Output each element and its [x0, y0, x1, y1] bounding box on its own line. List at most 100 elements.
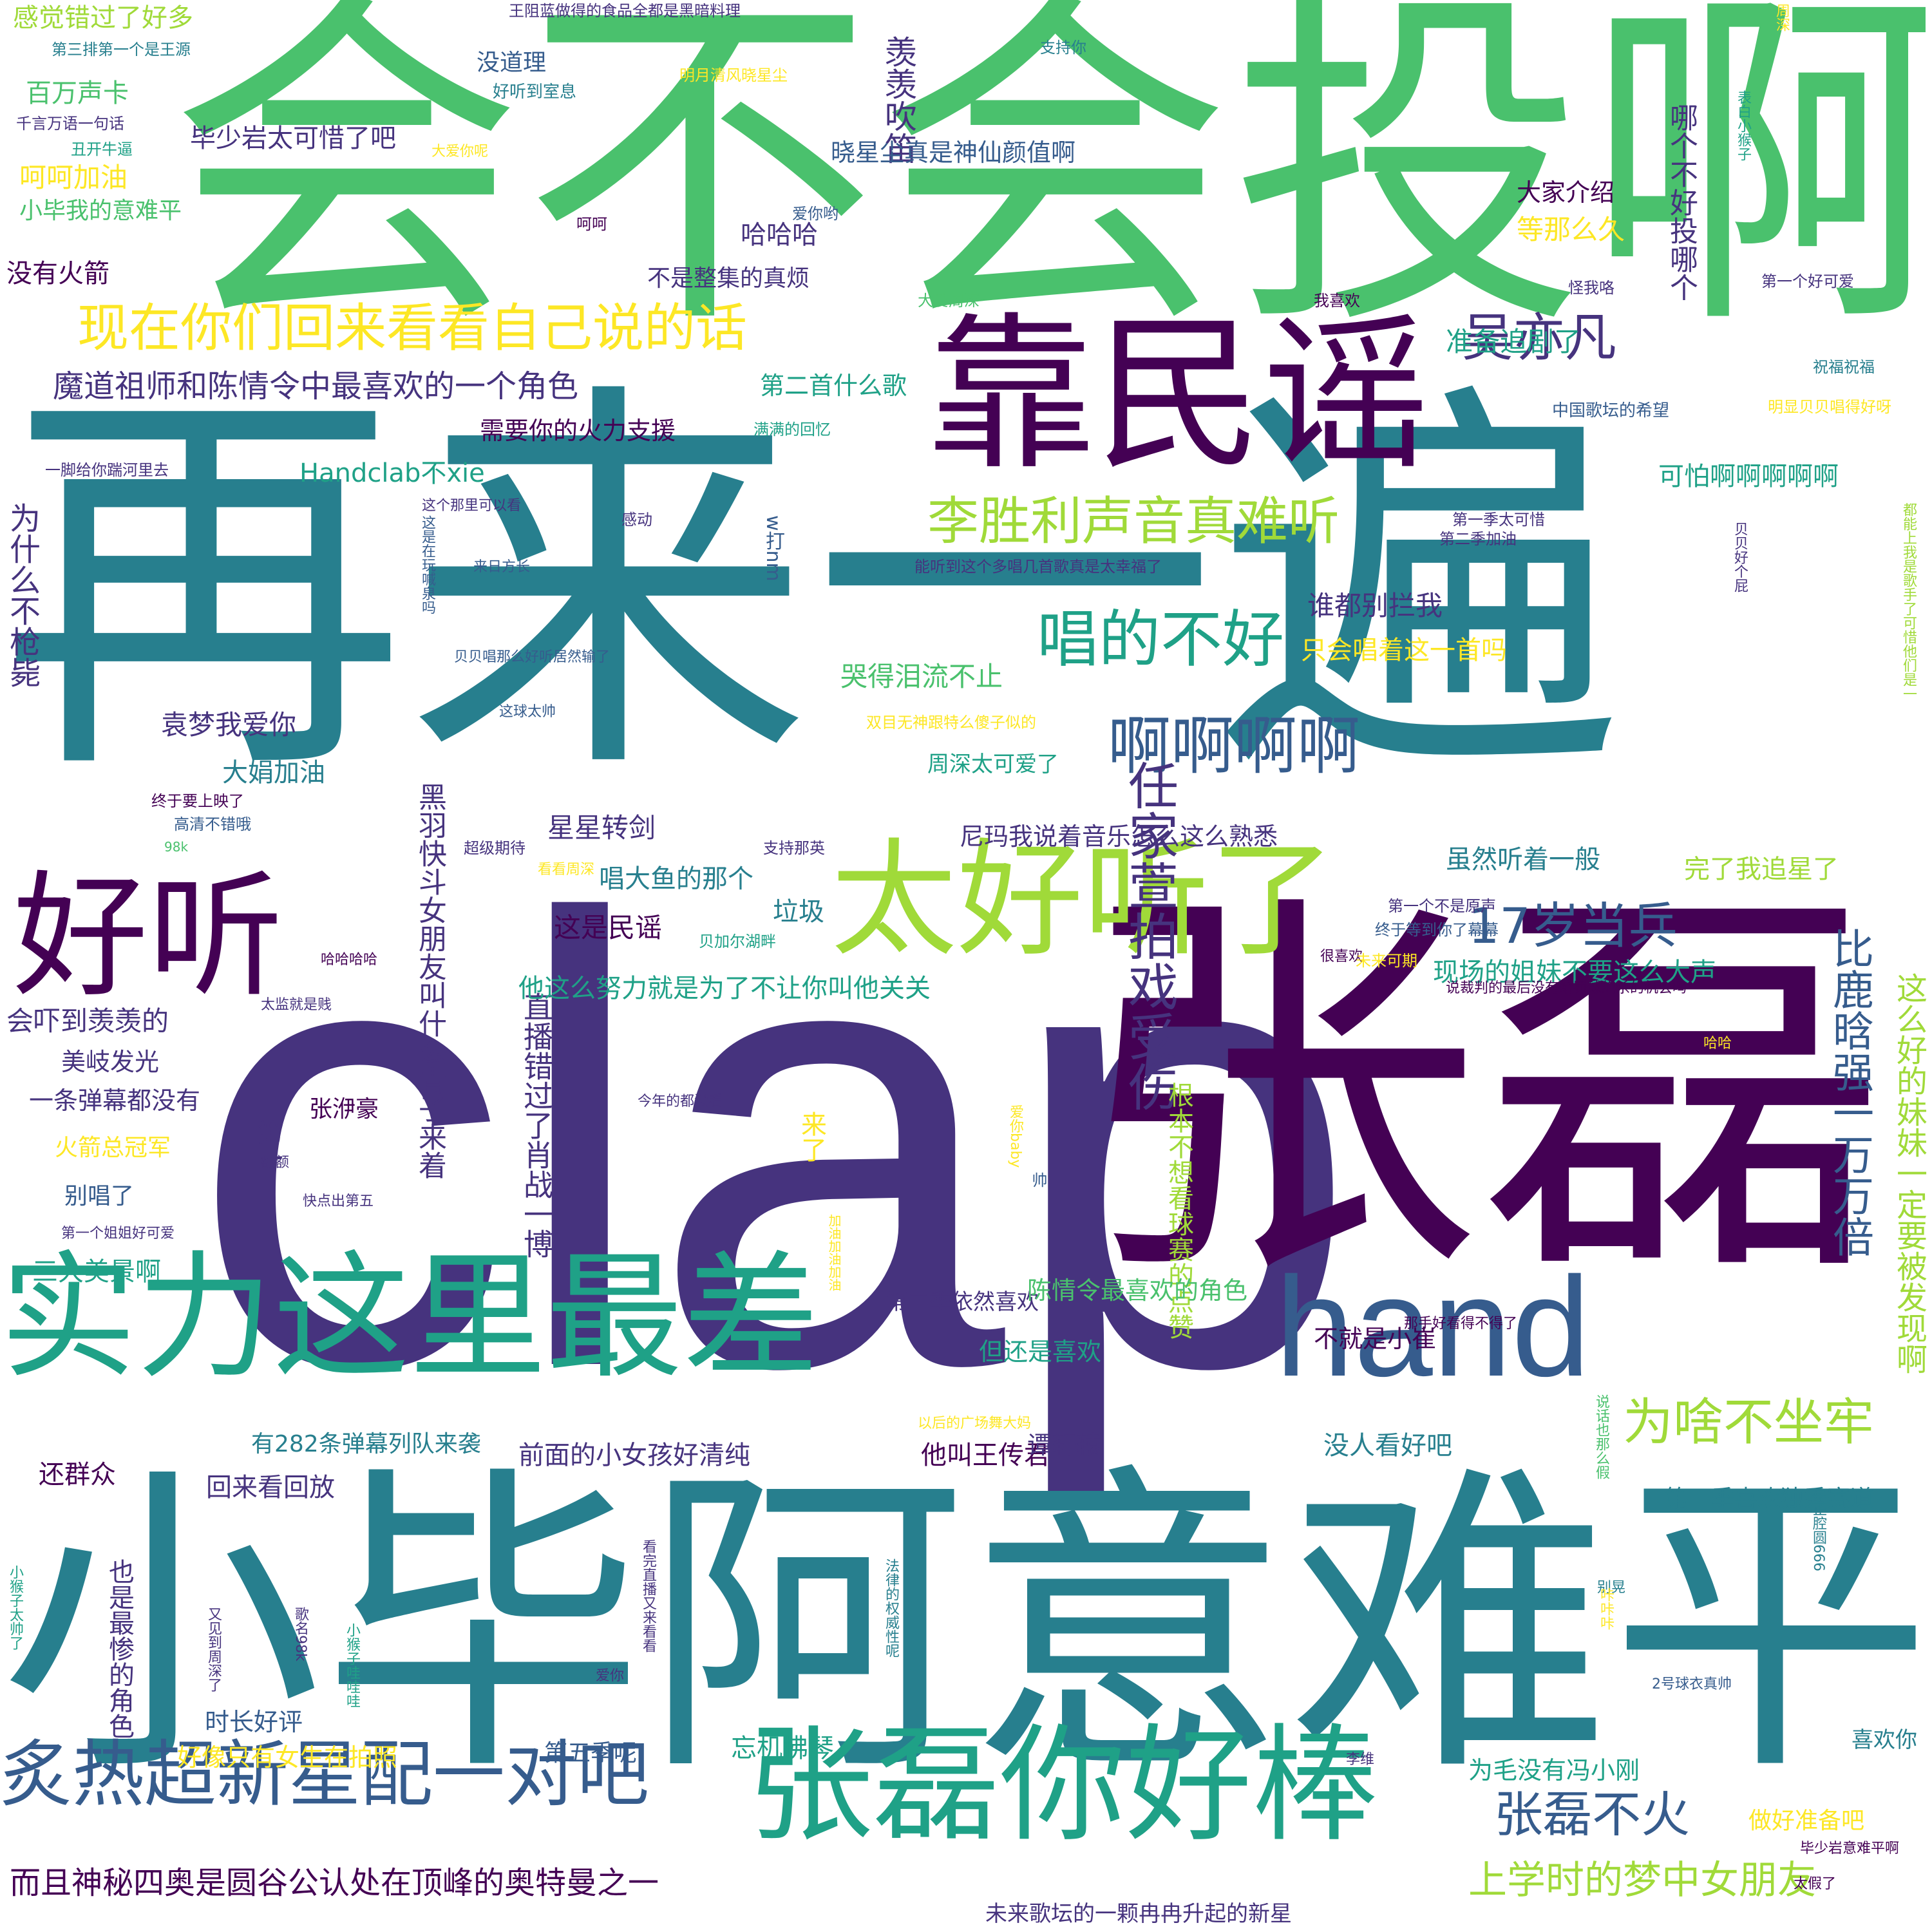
cloud-word: 唱的不好 [1037, 603, 1284, 676]
cloud-word: 直播错过了肖战一博 [519, 992, 554, 1258]
cloud-word: 他这么努力就是为了不让你叫他关关 [518, 974, 931, 1003]
word-cloud: 再来一遍 会不会投啊 clap 小毕阿意难平 张磊 靠民谣 实力这里最差 张磊你… [0, 0, 1932, 1932]
cloud-word: 尼玛我说着音乐怎么这么熟悉 [960, 822, 1278, 851]
cloud-word: 第二季加油 [1439, 530, 1517, 548]
cloud-word: 哈哈哈哈 [321, 952, 378, 968]
cloud-word: 但还是喜欢 [979, 1338, 1102, 1366]
cloud-word: 还群众 [39, 1460, 116, 1490]
cloud-word: 好像只有女生在拍照 [177, 1743, 398, 1772]
cloud-word: 谭轩辕 [1027, 1431, 1101, 1459]
cloud-word: 第一季喜欢独秀赛道 [1665, 1486, 1874, 1512]
cloud-word: 明月清风晓星尘 [679, 66, 788, 84]
cloud-word: 高清不错哦 [174, 815, 251, 833]
cloud-word: 这是民谣 [554, 912, 663, 943]
cloud-word: 这么好的妹妹一定要被发现啊 [1891, 972, 1927, 1374]
cloud-word: 没道理 [477, 50, 547, 76]
cloud-word: 谁都别拦我 [1307, 590, 1443, 621]
cloud-word: 唱大鱼的那个 [599, 864, 753, 894]
cloud-word: 为什么不枪毙 [4, 502, 40, 688]
cloud-word: 明显贝贝唱得好呀 [1768, 398, 1891, 416]
cloud-word: 大家介绍 [1517, 178, 1615, 207]
cloud-word: 晓星尘真是神仙颜值啊 [831, 138, 1076, 167]
cloud-word: 爱你 [596, 1668, 625, 1684]
cloud-word: 说话也那么假 [1593, 1394, 1609, 1479]
cloud-word: 终于要上映了 [151, 792, 244, 810]
cloud-word: 第一个姐姐好可爱 [61, 1226, 175, 1242]
cloud-word: 张洢豪 [309, 1096, 379, 1122]
cloud-word: 贝贝好个屁 [1732, 522, 1748, 592]
cloud-word: 第五季呢 [544, 1740, 638, 1766]
cloud-word: 呵呵 [576, 215, 607, 233]
cloud-word: 上学时的梦中女朋友 [1468, 1858, 1816, 1903]
cloud-word: 来了 [797, 1111, 826, 1162]
cloud-word: 宇正腔圆666 [1810, 1488, 1826, 1571]
cloud-word: 黑羽快斗女朋友叫什么青子来着 [413, 782, 446, 1179]
cloud-word: 喜欢你 [1852, 1727, 1917, 1753]
cloud-word: 比鹿晗强一万万倍 [1826, 927, 1873, 1257]
cloud-word: 百万声卡 [26, 79, 129, 108]
cloud-word: 哈哈哈 [741, 220, 818, 250]
cloud-word: 小毕我的意难平 [19, 198, 182, 224]
cloud-word: 17岁当兵 [1468, 897, 1678, 954]
cloud-word: 支持那英 [763, 839, 825, 857]
cloud-word: 虽然听着一般 [1446, 845, 1600, 875]
cloud-word: 爱你baby [1007, 1104, 1023, 1168]
cloud-word: 都能上我是歌手了可惜他们是一 [1900, 502, 1917, 701]
cloud-word: 哈哈 [1703, 1036, 1732, 1052]
cloud-word: 为啥不坐牢 [1623, 1394, 1875, 1452]
cloud-word: 做好准备吧 [1748, 1808, 1865, 1834]
cloud-word: 有282条弹幕列队来袭 [251, 1431, 481, 1457]
cloud-word: 张磊你好棒 [747, 1712, 1379, 1859]
cloud-word: 只会唱着这一首吗 [1301, 636, 1507, 665]
cloud-word: 周深太可爱了 [927, 752, 1059, 777]
cloud-word: 第二首什么歌 [760, 372, 907, 400]
cloud-word: 袁梦我爱你 [161, 709, 297, 741]
cloud-word: 没有火箭 [6, 259, 109, 289]
cloud-word: 大爱周深 [918, 292, 980, 310]
cloud-word: 2号球衣真帅 [1652, 1676, 1732, 1692]
cloud-word: 没人看好吧 [1323, 1431, 1452, 1461]
cloud-word: 太监就是贱 [261, 997, 332, 1013]
cloud-word: 太好听了 [831, 827, 1336, 974]
cloud-word: 好听 [13, 858, 284, 1016]
cloud-word: 大爱你呢 [431, 144, 489, 160]
cloud-word: 支持你 [1040, 39, 1086, 57]
cloud-word: 王阻蓝做得的食品全都是黑暗料理 [509, 2, 741, 20]
cloud-word: 祝福祝福 [1813, 358, 1875, 376]
cloud-word: 任家萱拍戏受伤 [1120, 760, 1178, 1112]
cloud-word: 垃圾 [773, 897, 824, 927]
cloud-word: w打nm [762, 515, 784, 582]
cloud-word: 也是最惨的角色 [104, 1558, 134, 1739]
cloud-word: 而且神秘四奥是圆谷公认处在顶峰的奥特曼之一 [10, 1865, 659, 1901]
cloud-word: 回来看回放 [206, 1473, 335, 1502]
cloud-word: 那手好看得不得了 [1404, 1316, 1518, 1332]
cloud-word: 感觉错过了好多 [13, 3, 193, 33]
cloud-word: 小猴子太帅了 [7, 1565, 23, 1650]
cloud-word: 为毛没有冯小刚 [1468, 1756, 1640, 1785]
cloud-word: 我喜欢 [1314, 292, 1360, 310]
cloud-word: 看看周深 [538, 862, 595, 878]
cloud-word: 爱你哟 [792, 205, 838, 223]
cloud-word: 法律的权威性呢 [883, 1558, 899, 1658]
cloud-word: 周深 [1774, 3, 1790, 32]
cloud-word: 张磊不火 [1494, 1786, 1690, 1843]
cloud-word: 看完直播又来看看 [640, 1539, 656, 1653]
cloud-word: 快点出第五 [303, 1193, 374, 1209]
cloud-word: 未来可期 [1356, 952, 1417, 970]
cloud-word: 大娟加油 [222, 758, 325, 788]
cloud-word: 帅 [1029, 1172, 1047, 1188]
cloud-word: 李胜利声音真难听 [927, 491, 1340, 551]
cloud-word: 加油加油加油 [826, 1214, 842, 1291]
cloud-word: 可怕啊啊啊啊啊 [1658, 462, 1839, 491]
cloud-word: 表白小猴子 [1735, 90, 1751, 161]
cloud-word: 第一个好可爱 [1761, 272, 1854, 290]
cloud-word: 准备追剧了 [1446, 326, 1582, 357]
cloud-word: 陈情令最喜欢的角色 [1027, 1276, 1248, 1305]
cloud-word: 好听到室息 [493, 82, 577, 102]
cloud-word: 贝加尔湖畔 [699, 933, 776, 951]
cloud-word: 双目无神跟特么傻子似的 [866, 714, 1036, 732]
cloud-word: 丑开牛逼 [71, 140, 133, 158]
cloud-word: 千言万语一句话 [16, 115, 124, 133]
cloud-word: 不是整集的真烦 [647, 265, 810, 292]
cloud-word: 这个那里可以看 [422, 498, 522, 514]
